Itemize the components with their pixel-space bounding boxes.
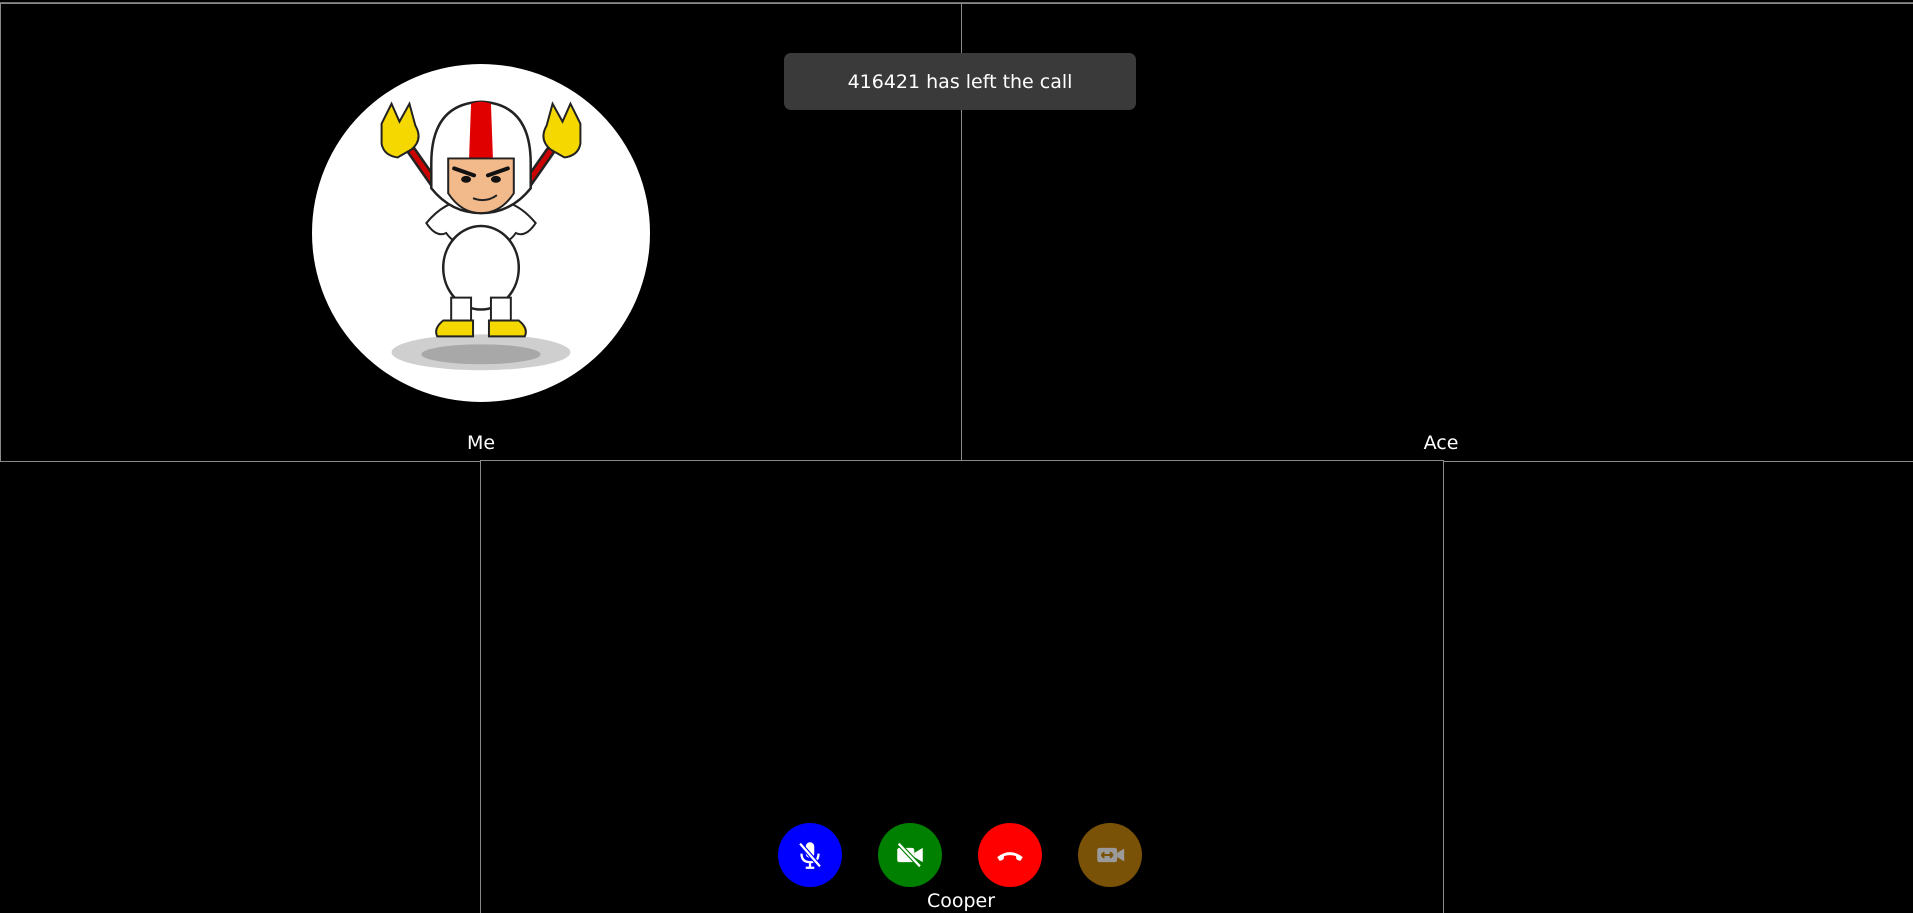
video-call-screen: Me Ace Cooper 416421 has left the call (0, 0, 1913, 913)
switch-camera-icon (1097, 847, 1125, 863)
toggle-video-button[interactable] (878, 823, 942, 887)
participant-name-cooper: Cooper (926, 890, 996, 912)
participant-name-ace: Ace (1423, 432, 1459, 454)
participant-avatar-me (312, 64, 650, 402)
participant-name-me: Me (466, 432, 496, 454)
kid-daredevil-avatar-icon (380, 100, 582, 371)
participant-left-toast: 416421 has left the call (784, 53, 1136, 110)
call-controls (778, 823, 1142, 887)
hang-up-button[interactable] (978, 823, 1042, 887)
mute-microphone-button[interactable] (778, 823, 842, 887)
video-off-icon (897, 842, 923, 868)
phone-hangup-icon (997, 852, 1023, 861)
mic-off-icon (798, 842, 822, 869)
switch-camera-button[interactable] (1078, 823, 1142, 887)
